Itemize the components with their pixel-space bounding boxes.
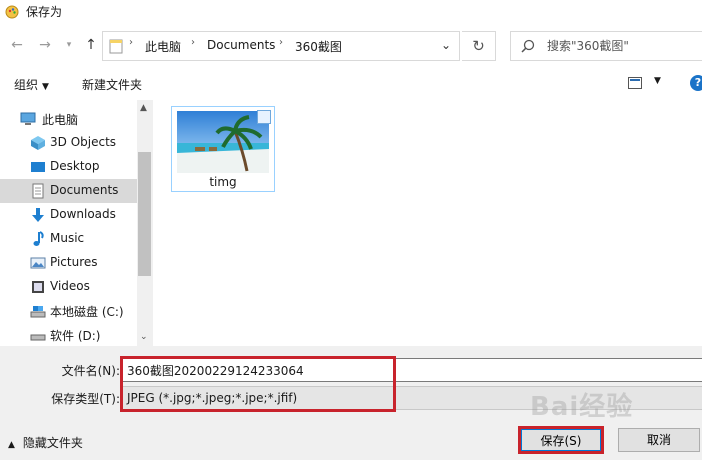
nav-item-this-pc[interactable]: 此电脑 bbox=[0, 107, 137, 131]
breadcrumb-360-screenshots[interactable]: 360截图 bbox=[295, 38, 342, 55]
file-item[interactable]: timg bbox=[171, 106, 275, 192]
scroll-down-icon[interactable]: ⌄ bbox=[140, 332, 148, 342]
chevron-right-icon[interactable]: › bbox=[279, 37, 283, 48]
hide-folders-label: 隐藏文件夹 bbox=[22, 436, 83, 450]
organize-button[interactable]: 组织 ▼ bbox=[14, 76, 49, 93]
nav-scrollbar[interactable]: ▲ ⌄ bbox=[137, 100, 153, 346]
folder-icon bbox=[109, 39, 123, 54]
app-icon bbox=[5, 5, 19, 19]
file-list: timg bbox=[153, 100, 702, 346]
nav-label: Pictures bbox=[50, 255, 98, 269]
image-thumbnail bbox=[177, 111, 269, 173]
new-folder-button[interactable]: 新建文件夹 bbox=[82, 76, 142, 93]
file-name: timg bbox=[209, 175, 237, 189]
address-row: ← → ▾ ↑ › 此电脑 › Documents › 360截图 ⌄ ↻ bbox=[0, 24, 702, 68]
nav-item-desktop[interactable]: Desktop bbox=[0, 155, 137, 179]
nav-label: 此电脑 bbox=[42, 113, 79, 127]
caret-down-icon: ▼ bbox=[42, 82, 49, 92]
downloads-icon bbox=[32, 208, 44, 222]
address-bar[interactable]: › 此电脑 › Documents › 360截图 ⌄ bbox=[102, 31, 460, 61]
filename-label: 文件名(N): bbox=[61, 364, 120, 378]
nav-label: 软件 (D:) bbox=[50, 329, 101, 343]
search-box[interactable] bbox=[510, 31, 702, 61]
nav-item-3d-objects[interactable]: 3D Objects bbox=[0, 131, 137, 155]
videos-icon bbox=[32, 281, 44, 293]
drive-icon bbox=[30, 334, 46, 341]
3d-objects-icon bbox=[31, 136, 45, 150]
nav-label: Desktop bbox=[50, 159, 100, 173]
documents-icon bbox=[32, 183, 44, 199]
nav-item-music[interactable]: Music bbox=[0, 227, 137, 251]
chevron-right-icon[interactable]: › bbox=[191, 37, 195, 48]
up-button[interactable]: ↑ bbox=[82, 36, 100, 54]
desktop-icon bbox=[31, 162, 45, 172]
computer-icon bbox=[20, 112, 36, 125]
window-title: 保存为 bbox=[26, 5, 63, 19]
filetype-label: 保存类型(T): bbox=[51, 392, 120, 406]
nav-label: Documents bbox=[50, 183, 119, 197]
nav-label: Downloads bbox=[50, 207, 116, 221]
view-dropdown-caret[interactable]: ▼ bbox=[654, 76, 661, 86]
pictures-icon bbox=[30, 257, 46, 269]
save-form: 文件名(N): 保存类型(T): JPEG (*.jpg;*.jpeg;*.jp… bbox=[0, 346, 702, 460]
search-icon bbox=[521, 39, 535, 53]
local-disk-icon bbox=[30, 306, 46, 318]
scroll-up-icon[interactable]: ▲ bbox=[140, 103, 147, 113]
nav-label: 3D Objects bbox=[50, 135, 117, 149]
chevron-right-icon[interactable]: › bbox=[129, 37, 133, 48]
nav-item-local-disk-c[interactable]: 本地磁盘 (C:) bbox=[0, 299, 137, 323]
filetype-select[interactable]: JPEG (*.jpg;*.jpeg;*.jpe;*.jfif) bbox=[122, 386, 702, 410]
view-options-icon[interactable] bbox=[628, 77, 642, 89]
nav-label: Videos bbox=[50, 279, 90, 293]
nav-label: 本地磁盘 (C:) bbox=[50, 305, 124, 319]
forward-button[interactable]: → bbox=[36, 36, 54, 54]
chevron-down-icon[interactable]: ⌄ bbox=[441, 38, 451, 52]
nav-item-downloads[interactable]: Downloads bbox=[0, 203, 137, 227]
chevron-up-icon: ▲ bbox=[8, 440, 15, 450]
nav-item-documents[interactable]: Documents bbox=[0, 179, 137, 203]
filename-input[interactable] bbox=[122, 358, 702, 382]
nav-item-pictures[interactable]: Pictures bbox=[0, 251, 137, 275]
help-icon[interactable]: ? bbox=[690, 75, 702, 91]
toolbar: 组织 ▼ 新建文件夹 ▼ ? bbox=[0, 68, 702, 100]
refresh-button[interactable]: ↻ bbox=[462, 31, 496, 61]
nav-label: Music bbox=[50, 231, 85, 245]
organize-label: 组织 bbox=[14, 78, 39, 92]
breadcrumb-this-pc[interactable]: 此电脑 bbox=[145, 38, 181, 55]
back-button[interactable]: ← bbox=[8, 36, 26, 54]
cancel-button[interactable]: 取消 bbox=[618, 428, 700, 452]
breadcrumb-documents[interactable]: Documents bbox=[207, 38, 275, 52]
music-icon bbox=[33, 231, 44, 246]
nav-item-drive-d[interactable]: 软件 (D:) bbox=[0, 323, 137, 346]
title-bar: 保存为 bbox=[0, 0, 702, 24]
refresh-icon: ↻ bbox=[472, 37, 485, 55]
search-input[interactable] bbox=[547, 38, 697, 54]
navigation-pane: 此电脑 3D Objects Desktop Documents Downloa… bbox=[0, 100, 153, 346]
save-button[interactable]: 保存(S) bbox=[520, 428, 602, 452]
selection-checkbox[interactable] bbox=[257, 110, 271, 124]
recent-locations-dropdown[interactable]: ▾ bbox=[60, 36, 78, 54]
scroll-thumb[interactable] bbox=[138, 152, 151, 276]
hide-folders-toggle[interactable]: ▲ 隐藏文件夹 bbox=[8, 434, 83, 451]
nav-item-videos[interactable]: Videos bbox=[0, 275, 137, 299]
